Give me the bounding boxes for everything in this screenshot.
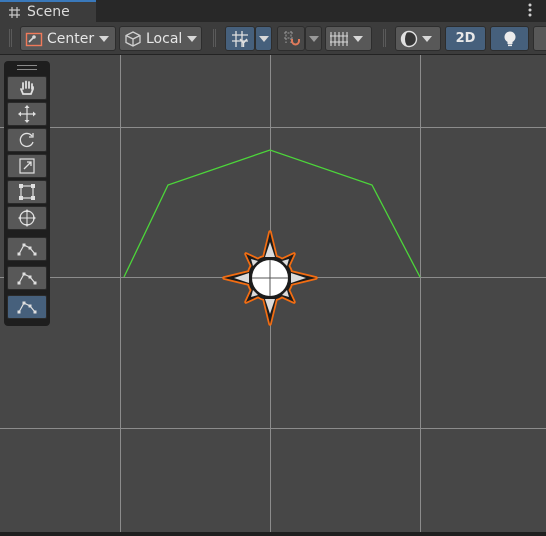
- tab-scene[interactable]: Scene: [0, 0, 96, 22]
- grid-snap-options-dropdown[interactable]: [255, 26, 272, 51]
- grid-visibility-icon: [330, 31, 348, 46]
- tools-overlay: [4, 61, 50, 326]
- move-tool-button[interactable]: [7, 102, 47, 126]
- tab-bar: Scene: [0, 0, 546, 22]
- pivot-mode-dropdown[interactable]: Center: [20, 26, 116, 51]
- chevron-down-icon: [99, 35, 110, 42]
- scale-icon: [19, 158, 35, 174]
- shading-mode-icon: [400, 30, 418, 47]
- pivot-rotation-dropdown[interactable]: Local: [119, 26, 202, 51]
- shading-mode-dropdown[interactable]: [395, 26, 441, 51]
- toolbar-grip: [213, 29, 216, 47]
- chevron-down-icon: [258, 35, 269, 42]
- hand-icon: [20, 80, 34, 95]
- custom-tool-3-button[interactable]: [7, 295, 47, 319]
- chevron-down-icon: [422, 35, 432, 42]
- scene-viewport[interactable]: [0, 55, 546, 532]
- hand-tool-button[interactable]: [7, 76, 47, 100]
- increment-snap-options-dropdown[interactable]: [305, 26, 322, 51]
- grid-visibility-dropdown[interactable]: [325, 26, 372, 51]
- move-arrows-icon: [18, 105, 36, 123]
- pivot-center-icon: [25, 32, 43, 46]
- toolbar-grip: [383, 29, 386, 47]
- custom-tool-1-button[interactable]: [7, 237, 47, 261]
- overflow-button[interactable]: [533, 26, 546, 51]
- grid-snap-button[interactable]: [225, 26, 255, 51]
- rotate-icon: [19, 132, 34, 148]
- path-edit-icon: [17, 301, 37, 314]
- custom-tool-2-button[interactable]: [7, 266, 47, 290]
- transform-tool-button[interactable]: [7, 206, 47, 230]
- path-edit-icon: [17, 243, 37, 256]
- chevron-down-icon: [187, 35, 198, 42]
- transform-icon: [18, 209, 36, 227]
- pivot-mode-label: Center: [47, 30, 95, 47]
- path-edit-icon: [17, 272, 37, 285]
- rect-transform-icon: [19, 184, 35, 200]
- chevron-down-icon: [353, 35, 363, 42]
- light-sun-gizmo-icon[interactable]: [222, 230, 318, 326]
- scene-toolbar: Center Local 2D: [0, 22, 546, 55]
- increment-snap-button[interactable]: [277, 26, 305, 51]
- local-cube-icon: [125, 30, 141, 47]
- mode-2d-toggle[interactable]: 2D: [445, 26, 486, 51]
- rotate-tool-button[interactable]: [7, 128, 47, 152]
- more-options-icon[interactable]: [526, 2, 534, 18]
- hash-grid-icon: [9, 6, 20, 18]
- overlay-drag-handle[interactable]: [17, 65, 37, 70]
- scale-tool-button[interactable]: [7, 154, 47, 178]
- lightbulb-icon: [504, 31, 515, 46]
- window-bottom-edge: [0, 532, 546, 536]
- tab-title: Scene: [27, 4, 70, 20]
- scene-window: Scene Center Local 2D: [0, 0, 546, 536]
- pivot-rotation-label: Local: [146, 30, 183, 47]
- grid-snap-icon: [232, 30, 248, 47]
- snap-magnet-icon: [284, 30, 300, 45]
- toolbar-grip: [9, 29, 12, 47]
- rect-tool-button[interactable]: [7, 180, 47, 204]
- chevron-down-icon: [308, 35, 319, 42]
- scene-canvas: [0, 55, 546, 532]
- scene-lighting-toggle[interactable]: [490, 26, 529, 51]
